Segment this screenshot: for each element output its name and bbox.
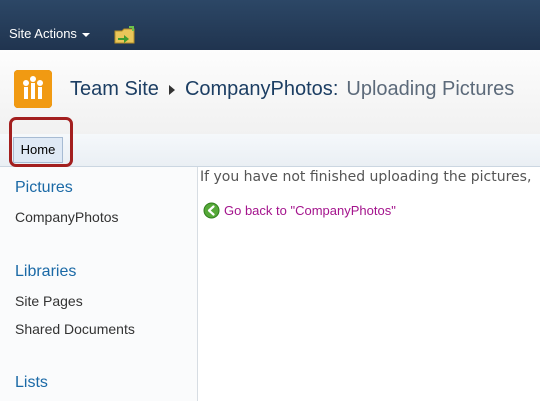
nav-heading-libraries[interactable]: Libraries	[15, 263, 76, 281]
nav-item-companyphotos[interactable]: CompanyPhotos	[15, 209, 119, 225]
top-navigation	[0, 134, 540, 167]
folder-navigate-icon[interactable]	[114, 26, 136, 44]
page-title: Uploading Pictures	[346, 78, 515, 100]
site-actions-label: Site Actions	[9, 26, 77, 41]
tab-home[interactable]: Home	[13, 137, 63, 163]
breadcrumb: Team Site CompanyPhotos : Uploading Pict…	[70, 78, 514, 101]
ribbon-bar: Site Actions	[0, 0, 540, 50]
nav-heading-lists[interactable]: Lists	[15, 374, 48, 392]
nav-item-shared-documents[interactable]: Shared Documents	[15, 321, 135, 337]
title-area: Team Site CompanyPhotos : Uploading Pict…	[0, 50, 540, 135]
chevron-down-icon	[81, 32, 90, 37]
breadcrumb-site-link[interactable]: Team Site	[70, 78, 159, 101]
go-back-link[interactable]: Go back to "CompanyPhotos"	[203, 202, 396, 219]
breadcrumb-colon: :	[332, 78, 339, 100]
quick-launch: Pictures CompanyPhotos Libraries Site Pa…	[0, 167, 198, 401]
nav-heading-pictures[interactable]: Pictures	[15, 179, 73, 197]
nav-item-site-pages[interactable]: Site Pages	[15, 293, 83, 309]
breadcrumb-list-link[interactable]: CompanyPhotos	[185, 78, 333, 101]
go-back-label: Go back to "CompanyPhotos"	[224, 203, 396, 218]
team-site-logo-icon[interactable]	[14, 70, 52, 108]
site-actions-menu[interactable]: Site Actions	[9, 26, 90, 41]
back-arrow-icon	[203, 202, 220, 219]
upload-status-message: If you have not finished uploading the p…	[200, 169, 532, 185]
chevron-right-icon	[168, 84, 175, 95]
